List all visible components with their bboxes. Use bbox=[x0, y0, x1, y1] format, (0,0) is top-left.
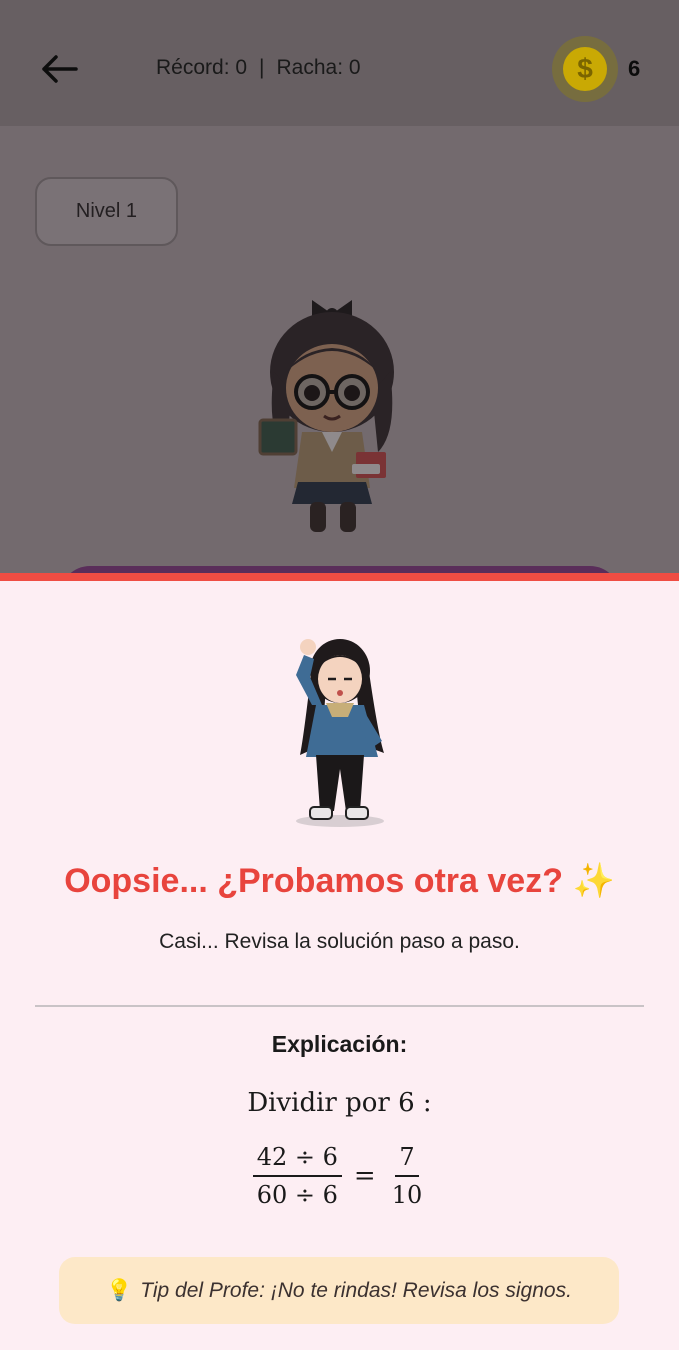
feedback-bottom-sheet: Oopsie... ¿Probamos otra vez? ✨ Casi... … bbox=[0, 573, 679, 1350]
sparkles-icon: ✨ bbox=[572, 862, 615, 900]
tip-box: 💡 Tip del Profe: ¡No te rindas! Revisa l… bbox=[59, 1257, 619, 1324]
explanation-step: Dividir por 6 : bbox=[247, 1088, 432, 1118]
equals-sign: = bbox=[353, 1161, 376, 1191]
app-bar: Récord: 0 | Racha: 0 $ 6 bbox=[0, 0, 679, 126]
stats-separator: | bbox=[259, 56, 265, 79]
level-chip[interactable]: Nivel 1 bbox=[35, 177, 178, 246]
teacher-character-image bbox=[258, 300, 394, 532]
feedback-subtitle: Casi... Revisa la solución paso a paso. bbox=[159, 930, 520, 953]
streak-label: Racha: 0 bbox=[276, 56, 361, 79]
feedback-title: Oopsie... ¿Probamos otra vez? ✨ bbox=[0, 861, 679, 901]
back-button[interactable] bbox=[36, 46, 82, 92]
fraction-right: 7 10 bbox=[388, 1143, 427, 1209]
explanation-title: Explicación: bbox=[271, 1031, 408, 1057]
fraction-left: 42 ÷ 6 60 ÷ 6 bbox=[252, 1143, 342, 1209]
coin-count: 6 bbox=[628, 56, 641, 81]
divider bbox=[35, 1005, 644, 1007]
arrow-left-icon bbox=[42, 55, 78, 83]
explanation-formula: 42 ÷ 6 60 ÷ 6 = 7 10 bbox=[0, 1143, 679, 1209]
coin-button[interactable]: $ bbox=[552, 36, 618, 102]
level-label: Nivel 1 bbox=[75, 200, 138, 222]
tip-text: Tip del Profe: ¡No te rindas! Revisa los… bbox=[140, 1278, 572, 1302]
student-character-image bbox=[296, 639, 384, 827]
feedback-title-text: Oopsie... ¿Probamos otra vez? bbox=[64, 862, 563, 900]
fraction-left-denominator: 60 ÷ 6 bbox=[256, 1181, 338, 1209]
fraction-right-denominator: 10 bbox=[391, 1181, 423, 1209]
record-label: Récord: 0 bbox=[156, 56, 248, 79]
lightbulb-icon: 💡 bbox=[106, 1278, 133, 1302]
fraction-left-numerator: 42 ÷ 6 bbox=[252, 1143, 342, 1177]
dollar-coin-icon: $ bbox=[563, 47, 607, 91]
coin-symbol: $ bbox=[577, 53, 593, 84]
fraction-right-numerator: 7 bbox=[395, 1143, 419, 1177]
score-stats: Récord: 0 | Racha: 0 bbox=[156, 56, 361, 80]
